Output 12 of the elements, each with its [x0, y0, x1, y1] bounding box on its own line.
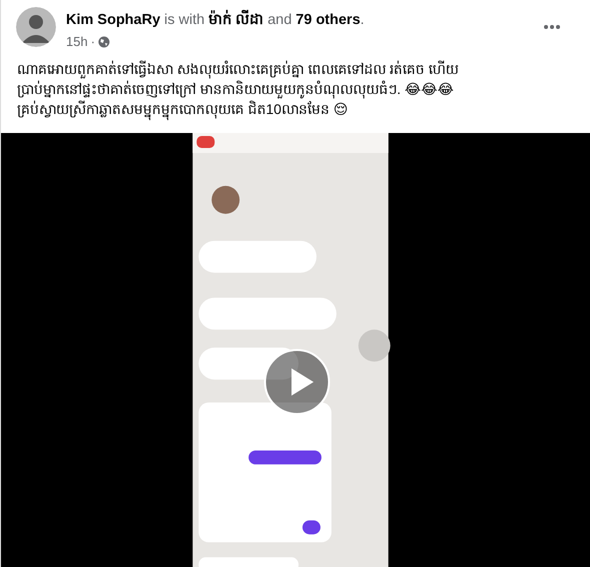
post-text: ណាគអោយពួកគាត់ទៅធ្វើឯសា សងលុយរំលោះគេគ្រប់គ្នា ពេលគេទៅដល រត់គេច ហើយ ប្រាប់ម្នាកនៅផ្ទះថាគាត់ចេញទៅក្រៅ មានកានិយាយមួយកូនបំណុលលុយធំៗ. 😂😂😂 គ្រប់ស្វាយស្រីកាឆ្លាតសមម្នុកម្នុកបោកលុយគេ ជិត10លានមែន 😌	[17, 59, 574, 119]
period-text: .	[360, 12, 364, 28]
tagged-link[interactable]: ម៉ាក់ លីដា	[208, 10, 264, 31]
author-link[interactable]: Kim SophaRy	[66, 12, 160, 28]
and-text: and	[268, 12, 292, 28]
globe-icon	[98, 36, 110, 48]
more-options-icon[interactable]	[544, 25, 560, 29]
avatar[interactable]	[16, 7, 56, 47]
separator-text: ·	[90, 34, 96, 49]
with-text: is with	[164, 12, 205, 28]
others-link[interactable]: 79 others	[296, 12, 360, 28]
timestamp-link[interactable]: 15h	[66, 34, 88, 49]
